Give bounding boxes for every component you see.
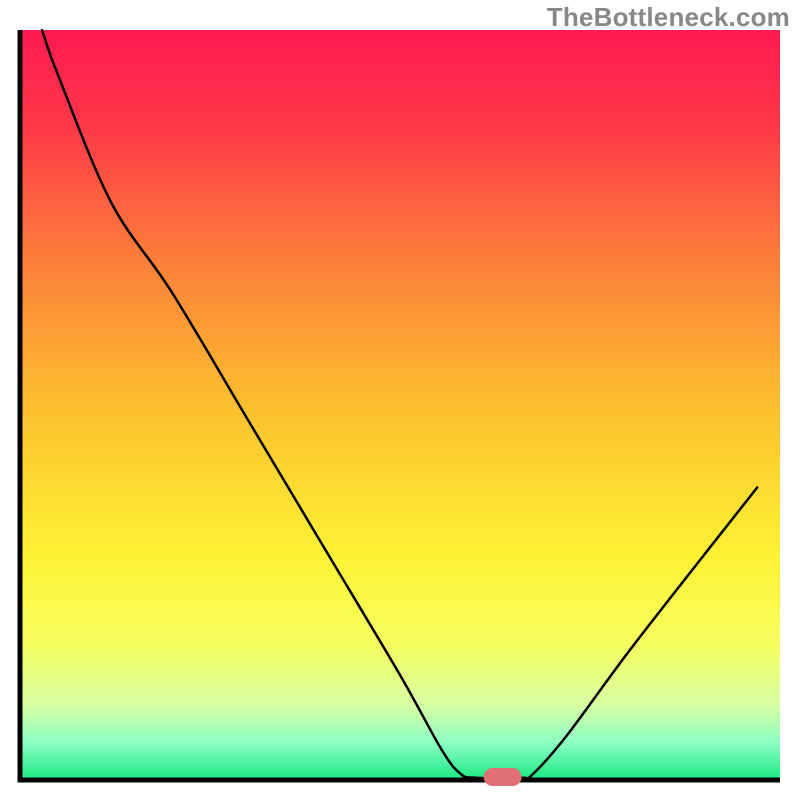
chart-background-gradient (20, 30, 780, 780)
bottleneck-chart (0, 0, 800, 800)
chart-frame: TheBottleneck.com (0, 0, 800, 800)
optimal-point-marker (484, 768, 522, 786)
